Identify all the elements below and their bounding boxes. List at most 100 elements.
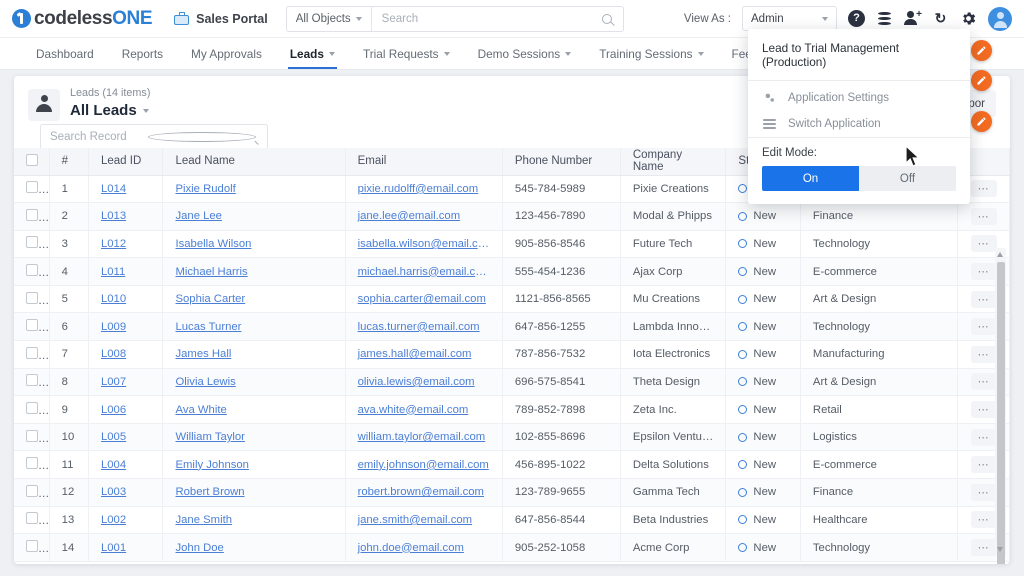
row-checkbox[interactable] [26,512,38,525]
row-actions-button[interactable]: ⋯ [970,263,997,281]
help-icon[interactable]: ? [848,10,865,27]
row-lead-id-link[interactable]: L012 [88,230,164,259]
nav-tab-dashboard[interactable]: Dashboard [22,38,108,69]
table-row[interactable]: 11 L004 Emily Johnson emily.johnson@email.c… [14,450,1010,480]
scroll-up-arrow-icon[interactable] [997,252,1003,257]
nav-tab-demo-sessions[interactable]: Demo Sessions [464,38,586,69]
row-lead-id-link[interactable]: L004 [88,450,164,480]
col-header-num[interactable]: # [49,148,89,176]
row-lead-name-link[interactable]: Olivia Lewis [162,368,346,397]
scroll-down-arrow-icon[interactable] [997,547,1003,552]
row-lead-name-link[interactable]: Lucas Turner [162,312,346,342]
row-email-link[interactable]: jane.lee@email.com [345,202,503,231]
record-search-box[interactable]: Search Record [40,124,268,150]
menu-item-application-settings[interactable]: Application Settings [748,81,970,111]
row-lead-name-link[interactable]: Pixie Rudolf [162,175,346,204]
row-lead-name-link[interactable]: Michael Harris [162,257,346,286]
row-email-link[interactable]: james.hall@email.com [345,340,503,369]
edit-pencil-badge-2[interactable] [971,70,992,91]
table-row[interactable]: 7 L008 James Hall james.hall@email.com 787-8… [14,340,1010,369]
row-lead-id-link[interactable]: L014 [88,175,164,204]
gear-icon[interactable] [960,10,977,27]
row-checkbox[interactable] [26,264,38,277]
row-checkbox[interactable] [26,291,38,304]
sales-portal-link[interactable]: Sales Portal [174,12,268,26]
row-actions-button[interactable]: ⋯ [970,345,997,363]
row-checkbox[interactable] [26,181,38,194]
add-user-icon[interactable]: + [904,10,922,27]
row-lead-id-link[interactable]: L009 [88,312,164,342]
nav-tab-trial-requests[interactable]: Trial Requests [349,38,464,69]
history-icon[interactable]: ↻ [932,10,949,27]
row-lead-id-link[interactable]: L001 [88,533,164,562]
table-row[interactable]: 14 L001 John Doe john.doe@email.com 905-252-… [14,533,1010,562]
table-row[interactable]: 6 L009 Lucas Turner lucas.turner@email.com 6… [14,312,1010,342]
row-email-link[interactable]: jane.smith@email.com [345,506,503,535]
row-lead-name-link[interactable]: William Taylor [162,423,346,452]
nav-tab-reports[interactable]: Reports [108,38,177,69]
row-email-link[interactable]: michael.harris@email.com [345,257,503,286]
row-lead-id-link[interactable]: L003 [88,478,164,507]
row-email-link[interactable]: lucas.turner@email.com [345,312,503,342]
row-actions-button[interactable]: ⋯ [970,511,997,529]
scrollbar-thumb[interactable] [996,262,1005,564]
col-header-company[interactable]: Company Name [620,148,727,176]
row-lead-id-link[interactable]: L011 [88,257,164,286]
global-search-input[interactable]: Search [372,13,602,25]
table-row[interactable]: 9 L006 Ava White ava.white@email.com 789-852… [14,395,1010,424]
row-actions-button[interactable]: ⋯ [970,401,997,419]
row-actions-button[interactable]: ⋯ [970,428,997,446]
table-row[interactable]: 10 L005 William Taylor william.taylor@email… [14,423,1010,452]
row-email-link[interactable]: sophia.carter@email.com [345,285,503,314]
row-lead-id-link[interactable]: L007 [88,368,164,397]
row-lead-name-link[interactable]: Ava White [162,395,346,424]
table-row[interactable]: 5 L010 Sophia Carter sophia.carter@email.co… [14,285,1010,314]
database-icon[interactable] [876,10,893,27]
row-lead-name-link[interactable]: Sophia Carter [162,285,346,314]
row-checkbox[interactable] [26,457,38,470]
record-search-input[interactable]: Search Record [41,131,148,143]
col-header-lead-id[interactable]: Lead ID [88,148,164,176]
row-actions-button[interactable]: ⋯ [970,456,997,474]
row-checkbox[interactable] [26,402,38,415]
row-lead-id-link[interactable]: L013 [88,202,164,231]
col-header-lead-name[interactable]: Lead Name [162,148,346,176]
search-icon[interactable] [601,13,612,24]
row-actions-button[interactable]: ⋯ [970,290,997,308]
role-select[interactable]: Admin [742,6,837,31]
row-lead-id-link[interactable]: L005 [88,423,164,452]
select-all-checkbox[interactable] [26,153,38,166]
nav-tab-my-approvals[interactable]: My Approvals [177,38,276,69]
edit-pencil-badge-3[interactable] [971,111,992,132]
row-email-link[interactable]: john.doe@email.com [345,533,503,562]
row-checkbox[interactable] [26,429,38,442]
row-lead-name-link[interactable]: Emily Johnson [162,450,346,480]
row-lead-id-link[interactable]: L008 [88,340,164,369]
row-checkbox[interactable] [26,484,38,497]
edit-mode-on-button[interactable]: On [762,166,859,191]
table-row[interactable]: 3 L012 Isabella Wilson isabella.wilson@emai… [14,230,1010,259]
row-actions-button[interactable]: ⋯ [970,539,997,557]
row-lead-name-link[interactable]: Isabella Wilson [162,230,346,259]
table-row[interactable]: 13 L002 Jane Smith jane.smith@email.com 647-… [14,506,1010,535]
avatar[interactable] [988,6,1012,31]
row-lead-name-link[interactable]: James Hall [162,340,346,369]
object-filter-dropdown[interactable]: All Objects [287,6,372,31]
row-email-link[interactable]: emily.johnson@email.com [345,450,503,480]
row-lead-name-link[interactable]: John Doe [162,533,346,562]
row-lead-id-link[interactable]: L002 [88,506,164,535]
row-email-link[interactable]: ava.white@email.com [345,395,503,424]
row-lead-name-link[interactable]: Jane Lee [162,202,346,231]
row-checkbox[interactable] [26,319,38,332]
row-actions-button[interactable]: ⋯ [970,180,997,198]
row-actions-button[interactable]: ⋯ [970,207,997,225]
search-icon[interactable] [147,132,256,142]
row-email-link[interactable]: isabella.wilson@email.com [345,230,503,259]
row-checkbox[interactable] [26,374,38,387]
table-row[interactable]: 2 L013 Jane Lee jane.lee@email.com 123-456-7… [14,202,1010,231]
nav-tab-training-sessions[interactable]: Training Sessions [585,38,717,69]
list-view-selector[interactable]: All Leads [70,101,150,120]
row-email-link[interactable]: olivia.lewis@email.com [345,368,503,397]
table-row[interactable]: 12 L003 Robert Brown robert.brown@email.com… [14,478,1010,507]
row-actions-button[interactable]: ⋯ [970,483,997,501]
